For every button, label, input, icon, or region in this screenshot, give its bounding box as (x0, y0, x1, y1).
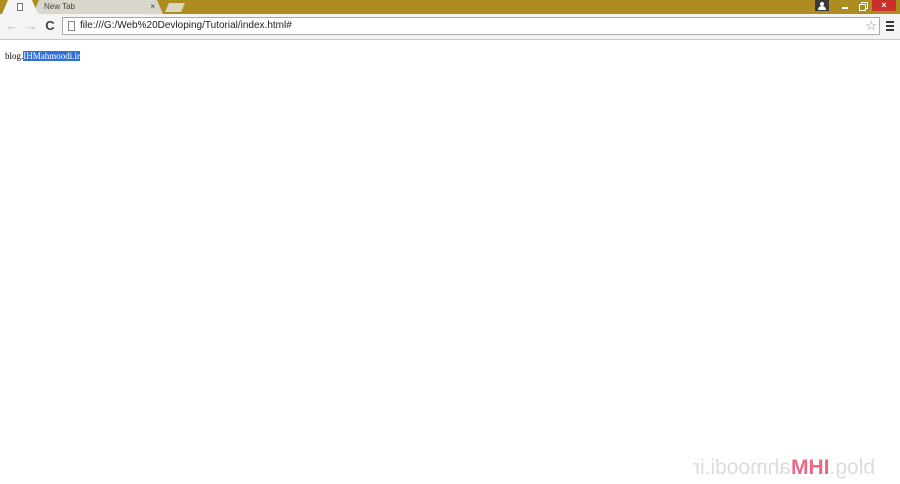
selected-text[interactable]: IHMahmoodi.ir (23, 51, 81, 61)
page-text: blog.IHMahmoodi.ir (5, 50, 81, 62)
text-before-selection: blog. (5, 51, 24, 61)
forward-button[interactable]: → (23, 18, 39, 34)
watermark-logo: blog.IHMahmoodi.ir (650, 454, 875, 482)
tab-close-icon[interactable]: × (150, 1, 155, 13)
document-icon (17, 3, 23, 11)
restore-button[interactable] (854, 0, 872, 11)
restore-icon (859, 4, 866, 11)
bookmark-star-icon[interactable]: ☆ (865, 18, 877, 34)
user-icon[interactable] (815, 0, 829, 11)
browser-toolbar: ← → C file:///G:/Web%20Devloping/Tutoria… (0, 14, 900, 40)
back-button[interactable]: ← (4, 18, 20, 34)
tab-active[interactable] (2, 0, 38, 14)
url-text[interactable]: file:///G:/Web%20Devloping/Tutorial/inde… (80, 18, 292, 34)
tab-label: New Tab (44, 2, 75, 11)
watermark-rest: ahmoodi.ir (692, 456, 791, 479)
reload-button[interactable]: C (42, 18, 58, 34)
minimize-button[interactable] (836, 0, 854, 11)
page-content: blog.IHMahmoodi.ir (0, 40, 900, 484)
watermark-prefix: blog. (829, 456, 875, 479)
address-bar[interactable]: file:///G:/Web%20Devloping/Tutorial/inde… (62, 17, 880, 35)
new-tab-button[interactable] (165, 3, 185, 12)
watermark-accent: IHM (790, 456, 830, 479)
menu-icon[interactable] (886, 21, 894, 31)
browser-title-bar: New Tab × × (0, 0, 900, 14)
tab-new-tab[interactable]: New Tab × (33, 0, 163, 14)
minimize-icon (842, 7, 848, 9)
page-icon (68, 21, 75, 31)
close-window-button[interactable]: × (872, 0, 896, 11)
